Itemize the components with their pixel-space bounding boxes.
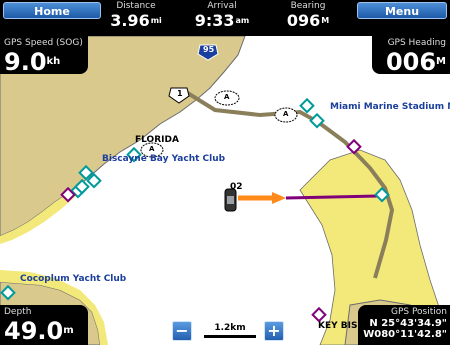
distance-value: 3.96: [110, 11, 150, 30]
depth-panel[interactable]: Depth 49.0m: [0, 305, 88, 345]
arrival-field[interactable]: Arrival 9:33am: [190, 0, 254, 30]
depth-unit: m: [63, 325, 74, 336]
distance-unit: mi: [150, 16, 162, 25]
anchorage-a-label: A: [149, 145, 155, 153]
bearing-field[interactable]: Bearing 096M: [276, 0, 340, 30]
gps-speed-panel[interactable]: GPS Speed (SOG) 9.0kh: [0, 36, 88, 76]
anchorage-a-label: A: [224, 93, 230, 101]
scale-zoom-control: − 1.2km +: [172, 321, 288, 343]
gps-position-label: GPS Position: [390, 307, 447, 317]
gps-position-panel[interactable]: GPS Position N 25°43'34.9" W080°11'42.8": [358, 305, 450, 345]
highway-95-label: 95: [203, 45, 215, 54]
home-button[interactable]: Home: [3, 2, 101, 19]
chartplotter-screen: FLORIDA Biscayne Bay Yacht Club Miami Ma…: [0, 0, 450, 345]
gps-heading-unit: M: [436, 56, 446, 67]
florida-label: FLORIDA: [135, 135, 179, 145]
biscayne-yacht-club-label[interactable]: Biscayne Bay Yacht Club: [102, 154, 225, 164]
heading-arrow: [238, 192, 286, 204]
vessel-icon[interactable]: [224, 188, 237, 212]
gps-speed-value: 9.0: [4, 48, 47, 76]
gps-heading-panel[interactable]: GPS Heading 006M: [372, 36, 450, 76]
menu-button[interactable]: Menu: [357, 2, 447, 19]
longitude-value: W080°11'42.8": [363, 329, 447, 340]
key-biscayne-label: KEY BIS: [318, 321, 358, 331]
route-line: [285, 194, 379, 200]
anchorage-a-label: A: [283, 110, 289, 118]
distance-field[interactable]: Distance 3.96mi: [104, 0, 168, 30]
scale-line: [204, 335, 256, 338]
scale-value: 1.2km: [214, 323, 246, 333]
miami-marine-stadium-label[interactable]: Miami Marine Stadium Mar: [330, 102, 450, 112]
arrival-value: 9:33: [194, 11, 235, 30]
bearing-unit: M: [321, 16, 330, 25]
top-data-bar: Home Menu Distance 3.96mi Arrival 9:33am…: [0, 0, 450, 36]
zoom-out-button[interactable]: −: [172, 321, 192, 341]
depth-sounding-label: 02: [230, 182, 243, 192]
highway-1-label: 1: [177, 89, 183, 98]
gps-speed-unit: kh: [46, 56, 61, 67]
gps-heading-value: 006: [385, 48, 437, 76]
depth-value: 49.0: [4, 317, 64, 345]
cocoplum-yacht-club-label[interactable]: Cocoplum Yacht Club: [20, 274, 126, 284]
latitude-value: N 25°43'34.9": [369, 318, 447, 329]
purple-markers[interactable]: [60, 138, 362, 323]
arrival-unit: am: [235, 16, 250, 25]
bearing-value: 096: [286, 11, 321, 30]
zoom-in-button[interactable]: +: [264, 321, 284, 341]
